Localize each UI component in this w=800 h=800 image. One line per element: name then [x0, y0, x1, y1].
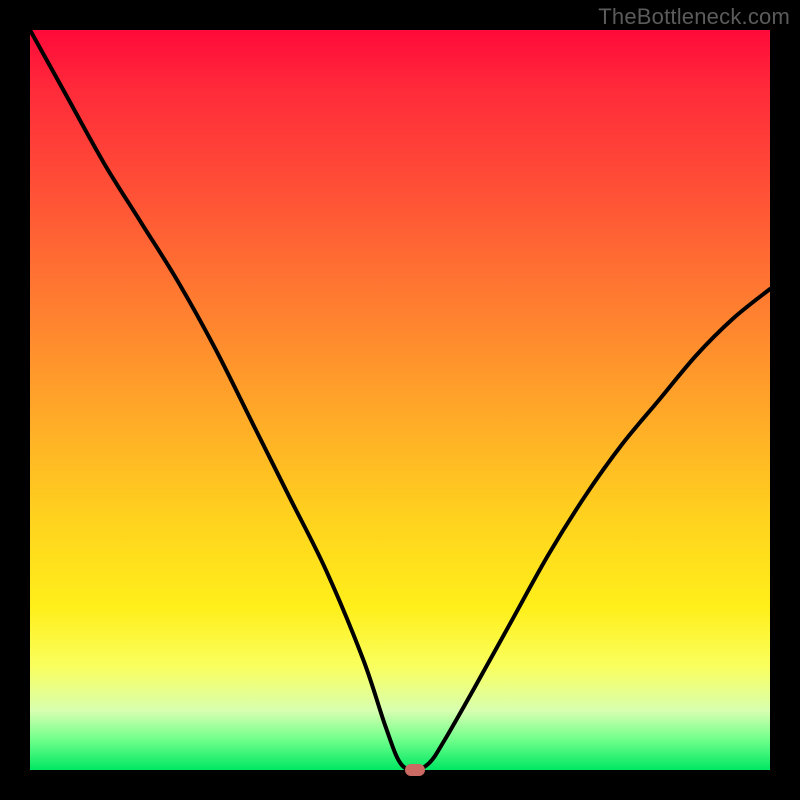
plot-area: [30, 30, 770, 770]
chart-frame: TheBottleneck.com: [0, 0, 800, 800]
min-marker: [405, 764, 425, 776]
bottleneck-curve: [30, 30, 770, 770]
curve-path: [30, 30, 770, 770]
attribution-text: TheBottleneck.com: [598, 4, 790, 30]
